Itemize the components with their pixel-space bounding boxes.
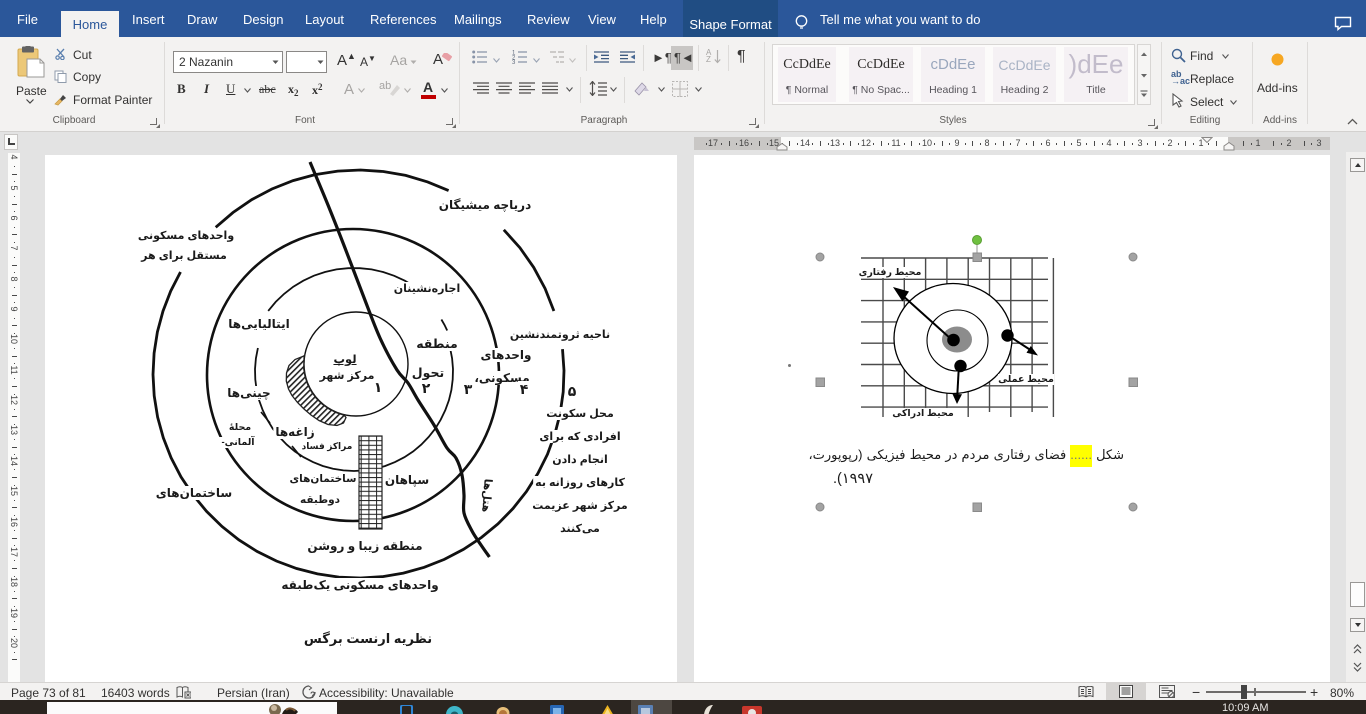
- svg-text:?: ?: [310, 690, 316, 700]
- svg-text:3: 3: [512, 60, 516, 64]
